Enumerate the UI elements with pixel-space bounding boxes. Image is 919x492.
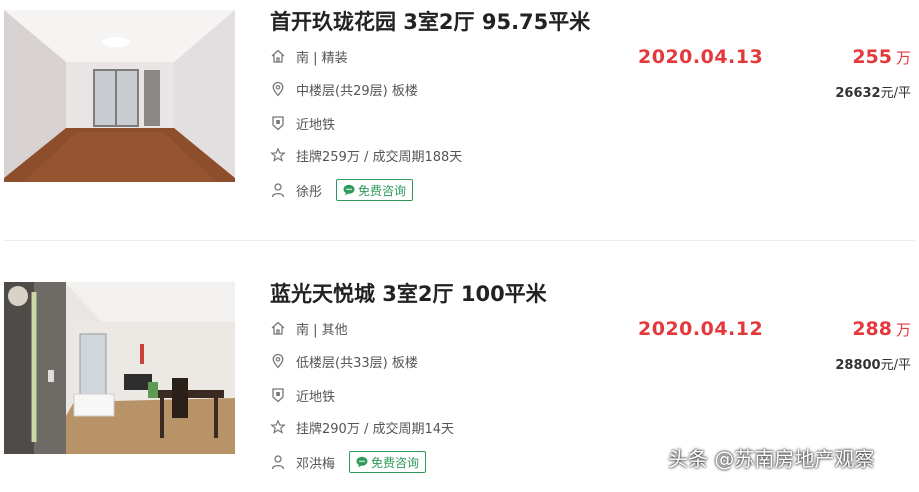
house-icon bbox=[270, 320, 286, 336]
watermark-text: 头条 @苏南房地产观察 bbox=[668, 447, 875, 471]
chat-bubble-icon bbox=[343, 184, 355, 196]
agent-row: 邓洪梅 免费咨询 bbox=[270, 451, 427, 473]
floor-row: 低楼层(共33层) 板楼 bbox=[270, 351, 418, 371]
subway-shield-icon bbox=[270, 115, 286, 131]
subway-row: 近地铁 bbox=[270, 113, 335, 133]
unit-price-suffix: 元/平 bbox=[880, 86, 911, 101]
chat-bubble-icon bbox=[356, 456, 368, 468]
listing-cycle-text: 挂牌290万 / 成交周期14天 bbox=[296, 421, 454, 437]
listing-photo[interactable] bbox=[4, 282, 235, 454]
orientation-row: 南 | 其他 bbox=[270, 318, 348, 338]
star-icon bbox=[270, 419, 286, 435]
deal-date: 2020.04.13 bbox=[638, 46, 764, 68]
unit-price-value: 28800 bbox=[835, 358, 881, 373]
listing-title[interactable]: 首开玖珑花园 3室2厅 95.75平米 bbox=[270, 6, 590, 36]
unit-price-suffix: 元/平 bbox=[880, 358, 911, 373]
listing-cycle-row: 挂牌290万 / 成交周期14天 bbox=[270, 417, 454, 437]
location-pin-icon bbox=[270, 81, 286, 97]
floor-info-text: 中楼层(共29层) 板楼 bbox=[296, 83, 418, 99]
floor-info-text: 低楼层(共33层) 板楼 bbox=[296, 355, 418, 371]
listing-divider bbox=[4, 240, 915, 241]
agent-row: 徐彤 免费咨询 bbox=[270, 179, 414, 201]
total-price-unit: 万 bbox=[895, 321, 911, 339]
free-consult-button[interactable]: 免费咨询 bbox=[336, 179, 414, 201]
listing-title[interactable]: 蓝光天悦城 3室2厅 100平米 bbox=[270, 278, 547, 308]
subway-text: 近地铁 bbox=[296, 117, 336, 133]
orientation-decoration-text: 南 | 其他 bbox=[296, 322, 348, 338]
unit-price: 28800元/平 bbox=[835, 354, 911, 373]
free-consult-label: 免费咨询 bbox=[358, 183, 407, 198]
total-price-value: 288 bbox=[852, 318, 892, 340]
subway-row: 近地铁 bbox=[270, 385, 335, 405]
unit-price-value: 26632 bbox=[835, 86, 881, 101]
subway-shield-icon bbox=[270, 387, 286, 403]
floor-row: 中楼层(共29层) 板楼 bbox=[270, 79, 418, 99]
unit-price: 26632元/平 bbox=[835, 82, 911, 101]
listing-card[interactable]: 首开玖珑花园 3室2厅 95.75平米 南 | 精装 中楼层(共29层) 板楼 … bbox=[0, 0, 919, 220]
person-icon bbox=[270, 454, 286, 470]
total-price-value: 255 bbox=[852, 46, 892, 68]
listing-photo[interactable] bbox=[4, 10, 235, 182]
orientation-row: 南 | 精装 bbox=[270, 46, 348, 66]
subway-text: 近地铁 bbox=[296, 389, 336, 405]
person-icon bbox=[270, 182, 286, 198]
agent-name[interactable]: 徐彤 bbox=[296, 181, 322, 200]
agent-name[interactable]: 邓洪梅 bbox=[296, 453, 335, 472]
deal-date: 2020.04.12 bbox=[638, 318, 764, 340]
star-icon bbox=[270, 147, 286, 163]
location-pin-icon bbox=[270, 353, 286, 369]
free-consult-label: 免费咨询 bbox=[371, 455, 420, 470]
total-price: 255 万 bbox=[852, 46, 911, 68]
listing-cycle-row: 挂牌259万 / 成交周期188天 bbox=[270, 145, 462, 165]
total-price-unit: 万 bbox=[895, 49, 911, 67]
free-consult-button[interactable]: 免费咨询 bbox=[349, 451, 427, 473]
orientation-decoration-text: 南 | 精装 bbox=[296, 50, 348, 66]
total-price: 288 万 bbox=[852, 318, 911, 340]
listing-cycle-text: 挂牌259万 / 成交周期188天 bbox=[296, 149, 463, 165]
house-icon bbox=[270, 48, 286, 64]
